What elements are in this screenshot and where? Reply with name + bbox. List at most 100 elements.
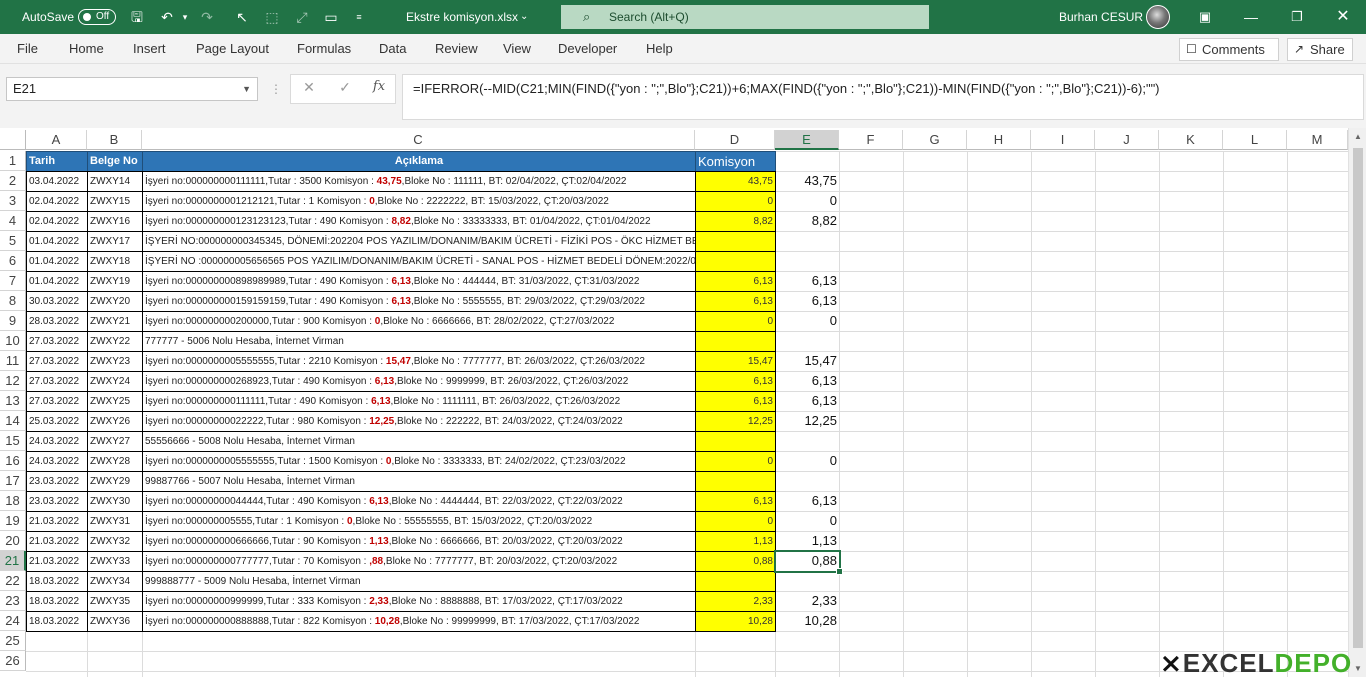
- row-header-2[interactable]: 2: [0, 171, 26, 191]
- row-header-19[interactable]: 19: [0, 511, 26, 531]
- close-icon[interactable]: ✕: [1320, 0, 1366, 34]
- header-komisyon[interactable]: Komisyon: [695, 151, 776, 172]
- cell-result[interactable]: 6,13: [775, 491, 840, 512]
- select-all-corner[interactable]: [0, 130, 26, 150]
- column-header-c[interactable]: C: [142, 130, 695, 150]
- cell-belge-no[interactable]: ZWXY18: [87, 251, 143, 272]
- tab-file[interactable]: File: [17, 34, 38, 64]
- cell-komisyon[interactable]: 8,82: [695, 211, 776, 232]
- cell-komisyon[interactable]: 0: [695, 511, 776, 532]
- cell-belge-no[interactable]: ZWXY31: [87, 511, 143, 532]
- tab-developer[interactable]: Developer: [558, 34, 617, 64]
- cell-result[interactable]: 0,88: [775, 551, 840, 572]
- cell-tarih[interactable]: 01.04.2022: [26, 231, 88, 252]
- restore-icon[interactable]: ❐: [1274, 0, 1320, 34]
- cell-belge-no[interactable]: ZWXY14: [87, 171, 143, 192]
- header-tarih[interactable]: Tarih: [26, 151, 88, 172]
- cell-komisyon[interactable]: [695, 231, 776, 252]
- cell-tarih[interactable]: 02.04.2022: [26, 211, 88, 232]
- row-header-5[interactable]: 5: [0, 231, 26, 251]
- row-header-17[interactable]: 17: [0, 471, 26, 491]
- row-header-23[interactable]: 23: [0, 591, 26, 611]
- filename-dropdown-icon[interactable]: ⌄: [520, 0, 528, 34]
- cell-tarih[interactable]: 27.03.2022: [26, 391, 88, 412]
- worksheet-grid[interactable]: ABCDEFGHIJKLM 1 2 3 4 5 6 7 8 9 10 11 12 13 14 15 16 17 1…: [0, 128, 1366, 677]
- column-header-e[interactable]: E: [775, 130, 839, 150]
- column-header-b[interactable]: B: [87, 130, 142, 150]
- cell-result[interactable]: 0: [775, 511, 840, 532]
- undo-dropdown-icon[interactable]: ▾: [176, 8, 194, 26]
- row-header-1[interactable]: 1: [0, 151, 26, 171]
- row-header-14[interactable]: 14: [0, 411, 26, 431]
- row-header-6[interactable]: 6: [0, 251, 26, 271]
- cell-result[interactable]: 43,75: [775, 171, 840, 192]
- cell-belge-no[interactable]: ZWXY30: [87, 491, 143, 512]
- cell-tarih[interactable]: 21.03.2022: [26, 531, 88, 552]
- tab-home[interactable]: Home: [69, 34, 104, 64]
- ribbon-display-icon[interactable]: ▣: [1182, 0, 1228, 34]
- cell-aciklama[interactable]: İşyeri no:000000005555,Tutar : 1 Komisyo…: [142, 511, 696, 532]
- column-header-l[interactable]: L: [1223, 130, 1287, 150]
- cell-belge-no[interactable]: ZWXY19: [87, 271, 143, 292]
- row-header-11[interactable]: 11: [0, 351, 26, 371]
- row-header-18[interactable]: 18: [0, 491, 26, 511]
- minimize-icon[interactable]: —: [1228, 0, 1274, 34]
- cell-tarih[interactable]: 01.04.2022: [26, 251, 88, 272]
- cell-belge-no[interactable]: ZWXY25: [87, 391, 143, 412]
- cell-tarih[interactable]: 27.03.2022: [26, 371, 88, 392]
- cell-result[interactable]: 15,47: [775, 351, 840, 372]
- row-header-12[interactable]: 12: [0, 371, 26, 391]
- cell-belge-no[interactable]: ZWXY34: [87, 571, 143, 592]
- cell-komisyon[interactable]: 0: [695, 311, 776, 332]
- column-header-h[interactable]: H: [967, 130, 1031, 150]
- enter-icon[interactable]: ✓: [335, 79, 355, 96]
- cell-aciklama[interactable]: İşyeri no:000000000111111,Tutar : 490 Ko…: [142, 391, 696, 412]
- cell-komisyon[interactable]: 0: [695, 451, 776, 472]
- row-header-20[interactable]: 20: [0, 531, 26, 551]
- cell-result[interactable]: 6,13: [775, 271, 840, 292]
- cell-komisyon[interactable]: 1,13: [695, 531, 776, 552]
- header-aciklama[interactable]: Açıklama: [142, 151, 696, 172]
- user-avatar[interactable]: [1146, 5, 1170, 29]
- cell-aciklama[interactable]: İşyeri no:000000000898989989,Tutar : 490…: [142, 271, 696, 292]
- row-header-13[interactable]: 13: [0, 391, 26, 411]
- cell-aciklama[interactable]: İşyeri no:00000000999999,Tutar : 333 Kom…: [142, 591, 696, 612]
- cell-komisyon[interactable]: 2,33: [695, 591, 776, 612]
- cell-tarih[interactable]: 23.03.2022: [26, 491, 88, 512]
- cell-result[interactable]: 6,13: [775, 391, 840, 412]
- cell-result[interactable]: [775, 331, 840, 352]
- cell-result[interactable]: 12,25: [775, 411, 840, 432]
- insert-function-icon[interactable]: fx: [369, 79, 389, 94]
- file-name[interactable]: Ekstre komisyon.xlsx: [406, 0, 518, 34]
- cell-aciklama[interactable]: İşyeri no:000000000888888,Tutar : 822 Ko…: [142, 611, 696, 632]
- cell-komisyon[interactable]: [695, 571, 776, 592]
- cell-komisyon[interactable]: 6,13: [695, 491, 776, 512]
- autosave-toggle[interactable]: Off: [78, 9, 116, 25]
- share-button[interactable]: ↗ Share: [1287, 38, 1353, 61]
- cell-result[interactable]: 10,28: [775, 611, 840, 632]
- cell-belge-no[interactable]: ZWXY26: [87, 411, 143, 432]
- cell-result[interactable]: 0: [775, 311, 840, 332]
- cell-result[interactable]: 6,13: [775, 371, 840, 392]
- column-header-a[interactable]: A: [26, 130, 87, 150]
- cell-tarih[interactable]: 23.03.2022: [26, 471, 88, 492]
- cell-aciklama[interactable]: 999888777 - 5009 Nolu Hesaba, İnternet V…: [142, 571, 696, 592]
- column-header-m[interactable]: M: [1287, 130, 1348, 150]
- cell-tarih[interactable]: 02.04.2022: [26, 191, 88, 212]
- scrollbar-thumb[interactable]: [1353, 148, 1363, 648]
- cell-tarih[interactable]: 30.03.2022: [26, 291, 88, 312]
- cell-tarih[interactable]: 25.03.2022: [26, 411, 88, 432]
- cell-aciklama[interactable]: İşyeri no:000000000666666,Tutar : 90 Kom…: [142, 531, 696, 552]
- search-box[interactable]: ⌕ Search (Alt+Q): [561, 5, 929, 29]
- cell-aciklama[interactable]: İşyeri no:000000000777777,Tutar : 70 Kom…: [142, 551, 696, 572]
- row-header-3[interactable]: 3: [0, 191, 26, 211]
- cell-belge-no[interactable]: ZWXY20: [87, 291, 143, 312]
- tab-formulas[interactable]: Formulas: [297, 34, 351, 64]
- cell-aciklama[interactable]: İşyeri no:000000000268923,Tutar : 490 Ko…: [142, 371, 696, 392]
- scroll-up-icon[interactable]: ▲: [1349, 132, 1366, 141]
- user-name[interactable]: Burhan CESUR: [1059, 0, 1143, 34]
- cell-tarih[interactable]: 03.04.2022: [26, 171, 88, 192]
- cell-komisyon[interactable]: 10,28: [695, 611, 776, 632]
- tab-review[interactable]: Review: [435, 34, 478, 64]
- row-header-22[interactable]: 22: [0, 571, 26, 591]
